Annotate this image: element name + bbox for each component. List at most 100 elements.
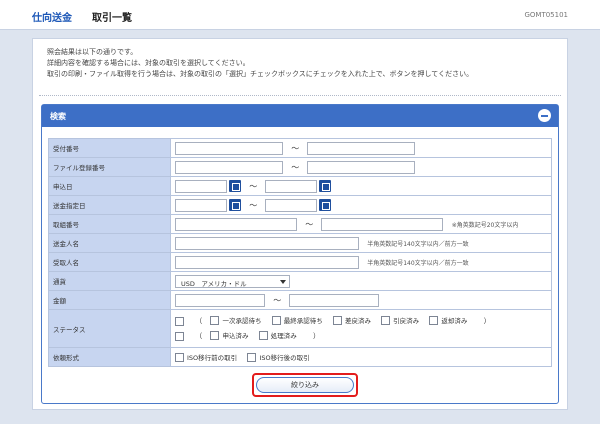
row-request-type: 依頼形式 ISO移行前の取引 ISO移行後の取引 <box>48 347 552 367</box>
option-label: 引戻済み <box>393 316 420 325</box>
calendar-icon[interactable] <box>319 199 332 211</box>
intro-line-3: 取引の印刷・ファイル取得を行う場合は、対象の取引の「選択」チェックボックスにチェ… <box>47 70 474 78</box>
option-label: 返却済み <box>441 316 468 325</box>
search-form: 受付番号 ～ ファイル登録番号 ～ 申込日 ～ 送金指定日 ～ 取組番号 ～ ※… <box>48 138 552 367</box>
remitter-input[interactable] <box>175 236 359 250</box>
request-option-after[interactable]: ISO移行後の取引 <box>247 352 310 363</box>
send-date-to-input[interactable] <box>265 198 318 212</box>
page-title: 取引一覧 <box>92 13 132 24</box>
status-option[interactable]: 申込済み <box>210 329 248 344</box>
range-tilde: ～ <box>291 162 300 172</box>
range-tilde: ～ <box>291 143 300 153</box>
range-tilde: ～ <box>249 181 258 191</box>
row-beneficiary: 受取人名 半角英数記号140文字以内／前方一致 <box>48 252 552 272</box>
amount-to-input[interactable] <box>289 293 380 307</box>
section-title: 仕向送金 <box>32 13 72 24</box>
label-remitter: 送金人名 <box>48 233 171 253</box>
row-apply-date: 申込日 ～ <box>48 176 552 196</box>
trade-no-to-input[interactable] <box>321 217 444 231</box>
calendar-icon[interactable] <box>229 180 241 192</box>
remitter-note: 半角英数記号140文字以内／前方一致 <box>367 240 469 248</box>
range-tilde: ～ <box>273 295 282 305</box>
checkbox[interactable] <box>247 353 257 363</box>
status-option[interactable]: 処理済み <box>258 329 297 344</box>
checkbox[interactable] <box>332 316 342 325</box>
option-label: 処理済み <box>270 331 297 340</box>
row-status: ステータス （ 一次承認待ち 最終承認待ち 差戻済み 引戻済み 返却済み ） （… <box>48 309 552 348</box>
checkbox[interactable] <box>258 331 268 340</box>
submit-highlight: 絞り込み <box>252 373 358 397</box>
amount-from-input[interactable] <box>175 293 265 307</box>
file-reg-no-to-input[interactable] <box>307 160 416 174</box>
beneficiary-note: 半角英数記号140文字以内／前方一致 <box>367 259 469 267</box>
screen-code: GOMT05101 <box>524 11 568 19</box>
file-reg-no-from-input[interactable] <box>175 160 283 174</box>
intro-text: 照会結果は以下の通りです。 詳細内容を確認する場合には、対象の取引を選択してくだ… <box>47 47 473 80</box>
status-option[interactable]: 引戻済み <box>381 314 419 329</box>
trade-no-note: ※角英数記号20文字以内 <box>451 221 519 229</box>
paren-close: ） <box>483 316 491 325</box>
range-tilde: ～ <box>305 219 314 229</box>
status-group-checkbox[interactable] <box>175 331 184 341</box>
paren-close: ） <box>312 331 320 340</box>
status-option[interactable]: 差戻済み <box>332 314 371 329</box>
receipt-no-from-input[interactable] <box>175 141 283 155</box>
option-label: 最終承認待ち <box>283 316 323 325</box>
search-box: 検索 受付番号 ～ ファイル登録番号 ～ 申込日 ～ 送金指定日 ～ 取組番号 … <box>41 104 559 404</box>
status-option[interactable]: 最終承認待ち <box>271 314 323 329</box>
label-beneficiary: 受取人名 <box>48 252 171 272</box>
paren-open: （ <box>195 316 203 325</box>
checkbox[interactable] <box>271 316 281 325</box>
currency-select[interactable]: USD アメリカ・ドル <box>175 274 290 288</box>
label-trade-no: 取組番号 <box>48 214 171 234</box>
option-label: 一次承認待ち <box>222 316 262 325</box>
top-bar: 仕向送金 取引一覧 GOMT05101 <box>0 0 600 30</box>
row-currency: 通貨 USD アメリカ・ドル <box>48 271 552 291</box>
status-all-checkbox[interactable] <box>175 316 184 326</box>
checkbox[interactable] <box>210 331 220 340</box>
apply-date-from-input[interactable] <box>175 179 227 193</box>
currency-value: USD アメリカ・ドル <box>181 279 247 288</box>
checkbox[interactable] <box>381 316 391 325</box>
checkbox[interactable] <box>210 316 220 325</box>
request-option-before[interactable]: ISO移行前の取引 <box>175 352 237 363</box>
option-label: 差戻済み <box>344 316 371 325</box>
label-request-type: 依頼形式 <box>48 347 171 367</box>
option-label: ISO移行後の取引 <box>259 353 310 362</box>
checkbox[interactable] <box>175 353 184 363</box>
intro-line-1: 照会結果は以下の通りです。 <box>47 48 138 56</box>
row-file-reg-no: ファイル登録番号 ～ <box>48 157 552 177</box>
label-amount: 金額 <box>48 290 171 310</box>
search-title: 検索 <box>50 112 66 121</box>
paren-open: （ <box>195 331 203 340</box>
label-receipt-no: 受付番号 <box>48 138 171 158</box>
status-option[interactable]: 一次承認待ち <box>210 314 261 329</box>
range-tilde: ～ <box>249 200 258 210</box>
status-line-1: （ 一次承認待ち 最終承認待ち 差戻済み 引戻済み 返却済み ） <box>175 314 547 329</box>
calendar-icon[interactable] <box>229 199 241 211</box>
filter-button[interactable]: 絞り込み <box>256 377 354 393</box>
row-remitter: 送金人名 半角英数記号140文字以内／前方一致 <box>48 233 552 253</box>
receipt-no-to-input[interactable] <box>307 141 416 155</box>
checkbox[interactable] <box>429 316 439 325</box>
calendar-icon[interactable] <box>319 180 332 192</box>
apply-date-to-input[interactable] <box>265 179 318 193</box>
label-apply-date: 申込日 <box>48 176 171 196</box>
row-receipt-no: 受付番号 ～ <box>48 138 552 158</box>
option-label: 申込済み <box>222 331 249 340</box>
status-line-2: （ 申込済み 処理済み ） <box>175 329 547 344</box>
option-label: ISO移行前の取引 <box>187 353 238 362</box>
row-amount: 金額 ～ <box>48 290 552 310</box>
status-option[interactable]: 返却済み <box>429 314 467 329</box>
label-file-reg-no: ファイル登録番号 <box>48 157 171 177</box>
main-panel: 照会結果は以下の通りです。 詳細内容を確認する場合には、対象の取引を選択してくだ… <box>32 38 568 410</box>
label-send-date: 送金指定日 <box>48 195 171 215</box>
search-header[interactable]: 検索 <box>42 105 558 127</box>
beneficiary-input[interactable] <box>175 255 359 269</box>
row-send-date: 送金指定日 ～ <box>48 195 552 215</box>
row-trade-no: 取組番号 ～ ※角英数記号20文字以内 <box>48 214 552 234</box>
label-status: ステータス <box>48 309 171 348</box>
send-date-from-input[interactable] <box>175 198 227 212</box>
collapse-icon[interactable] <box>538 109 551 122</box>
trade-no-from-input[interactable] <box>175 217 297 231</box>
